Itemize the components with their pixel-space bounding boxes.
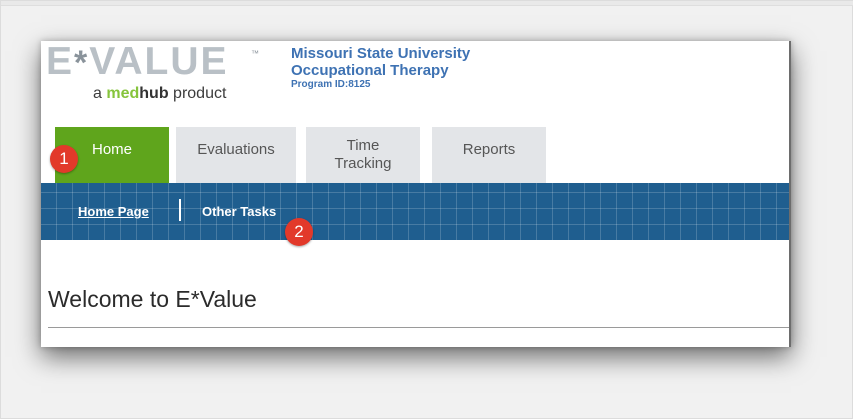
logo-tagline: a medhub product (93, 85, 227, 102)
program-id: Program ID:8125 (291, 79, 371, 90)
top-border (1, 1, 853, 6)
home-page-link[interactable]: Home Page (78, 204, 149, 219)
window-right-edge (789, 41, 791, 347)
subnav-divider (179, 199, 181, 221)
annotation-marker-2: 2 (285, 218, 313, 246)
title-divider (48, 327, 791, 328)
tab-evaluations[interactable]: Evaluations (176, 127, 296, 183)
logo-trademark: ™ (251, 49, 259, 58)
university-name: Missouri State University (291, 45, 471, 62)
tab-time-tracking[interactable]: Time Tracking (306, 127, 420, 183)
app-window: E*VALUE ™ a medhub product Missouri Stat… (41, 41, 791, 347)
screenshot-frame: E*VALUE ™ a medhub product Missouri Stat… (0, 0, 853, 419)
other-tasks-link[interactable]: Other Tasks (202, 204, 276, 219)
department-name: Occupational Therapy (291, 62, 449, 79)
logo-wordmark: E*VALUE (46, 41, 229, 83)
sub-navigation-bar: Home Page Other Tasks (41, 183, 791, 240)
evalue-logo[interactable]: E*VALUE ™ a medhub product (46, 42, 276, 106)
tab-reports[interactable]: Reports (432, 127, 546, 183)
page-title: Welcome to E*Value (48, 286, 257, 312)
program-info: Missouri State University Occupational T… (291, 45, 470, 91)
annotation-marker-1: 1 (50, 145, 78, 173)
